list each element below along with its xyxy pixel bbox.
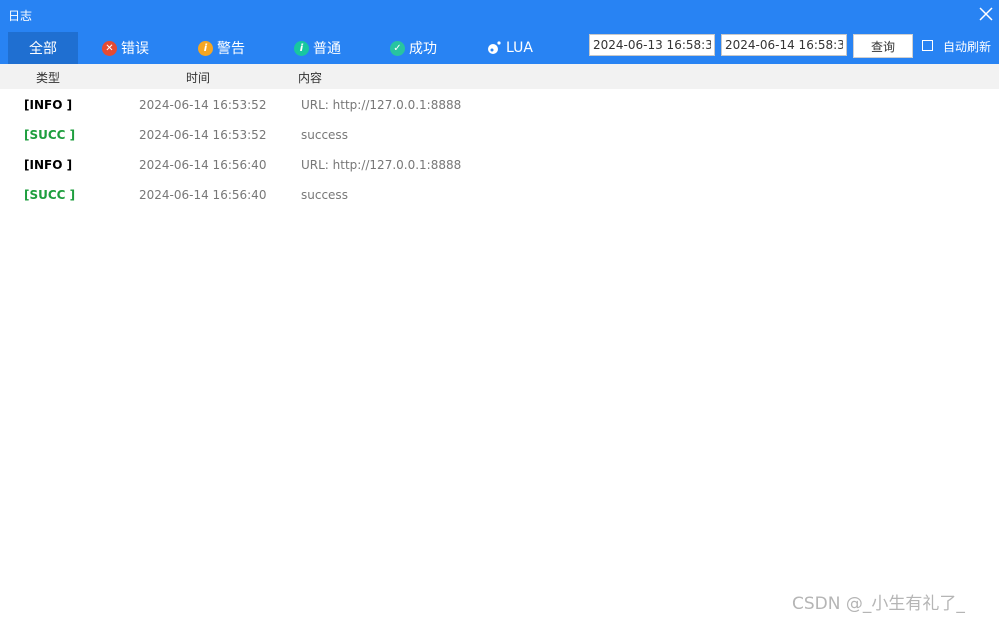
- window-title: 日志: [8, 9, 33, 23]
- info-icon: i: [294, 40, 309, 56]
- table-row[interactable]: [SUCC ] 2024-06-14 16:56:40 success: [0, 180, 999, 210]
- log-time: 2024-06-14 16:53:52: [139, 128, 267, 142]
- auto-refresh-checkbox[interactable]: [922, 40, 933, 51]
- column-header-type: 类型: [36, 71, 61, 85]
- tab-all[interactable]: 全部: [8, 32, 78, 64]
- start-time-input[interactable]: [589, 34, 715, 56]
- tab-label: 成功: [409, 41, 437, 57]
- log-time: 2024-06-14 16:56:40: [139, 158, 267, 172]
- tab-normal[interactable]: i 普通: [294, 32, 341, 64]
- log-type: [SUCC ]: [24, 188, 76, 202]
- watermark: CSDN @_小生有礼了_: [792, 594, 965, 614]
- tab-error[interactable]: ✕ 错误: [102, 32, 149, 64]
- query-button[interactable]: 查询: [853, 34, 913, 58]
- table-row[interactable]: [INFO ] 2024-06-14 16:56:40 URL: http://12…: [0, 150, 999, 180]
- table-row[interactable]: [SUCC ] 2024-06-14 16:53:52 success: [0, 120, 999, 150]
- close-icon[interactable]: [977, 5, 995, 23]
- column-header-content: 内容: [298, 71, 323, 85]
- log-content: success: [301, 128, 348, 142]
- log-content: URL: http://127.0.0.1:8888: [301, 98, 462, 112]
- tab-lua[interactable]: LUA: [486, 32, 533, 64]
- table-row[interactable]: [INFO ] 2024-06-14 16:53:52 URL: http://12…: [0, 90, 999, 120]
- log-type: [INFO ]: [24, 158, 73, 172]
- error-icon: ✕: [102, 40, 117, 56]
- log-time: 2024-06-14 16:56:40: [139, 188, 267, 202]
- lua-icon: [488, 41, 501, 54]
- log-type: [INFO ]: [24, 98, 73, 112]
- log-content: success: [301, 188, 348, 202]
- title-bar: 日志 全部 ✕ 错误 i 警告 i 普通 ✓ 成功 LUA 查询 自动刷新: [0, 0, 999, 64]
- tab-success[interactable]: ✓ 成功: [390, 32, 437, 64]
- end-time-input[interactable]: [721, 34, 847, 56]
- tab-label: 警告: [217, 41, 245, 57]
- tab-warning[interactable]: i 警告: [198, 32, 245, 64]
- success-icon: ✓: [390, 40, 405, 56]
- warning-icon: i: [198, 40, 213, 56]
- table-header: 类型 时间 内容: [0, 64, 999, 89]
- tab-label: 全部: [29, 41, 57, 57]
- log-type: [SUCC ]: [24, 128, 76, 142]
- tab-label: 普通: [313, 41, 341, 57]
- tab-label: 错误: [121, 41, 149, 57]
- log-time: 2024-06-14 16:53:52: [139, 98, 267, 112]
- log-content: URL: http://127.0.0.1:8888: [301, 158, 462, 172]
- auto-refresh-label: 自动刷新: [943, 40, 992, 54]
- column-header-time: 时间: [186, 71, 211, 85]
- tab-label: LUA: [506, 40, 533, 56]
